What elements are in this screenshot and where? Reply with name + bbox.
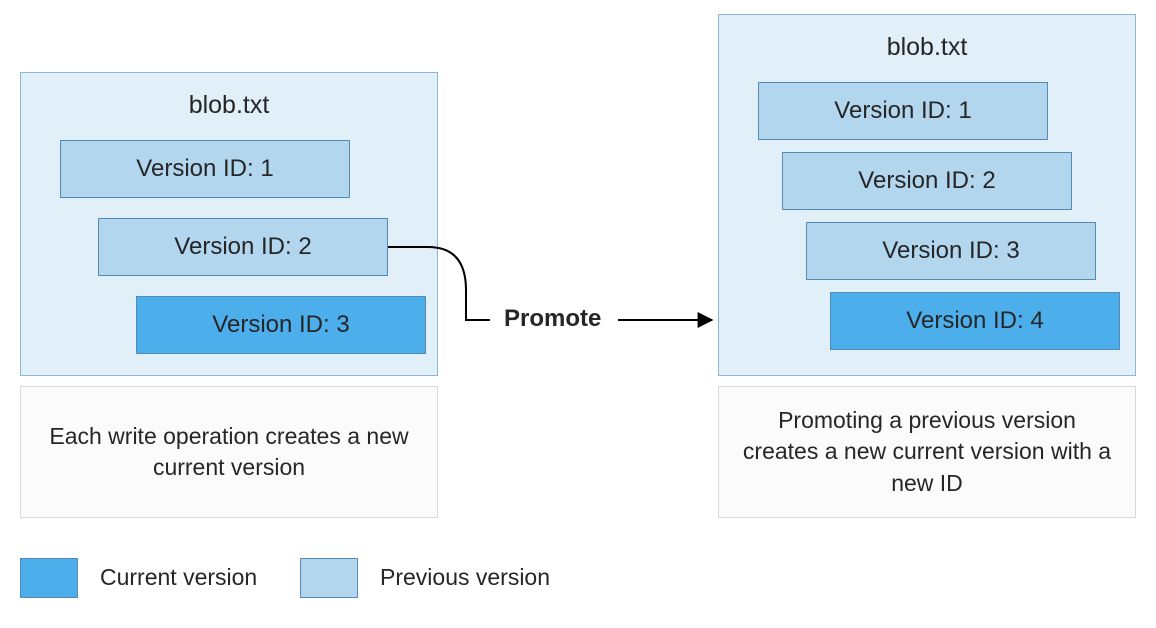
left-version-2: Version ID: 2 [98, 218, 388, 276]
caption-text: Promoting a previous version creates a n… [739, 405, 1115, 498]
caption-text: Each write operation creates a new curre… [41, 421, 417, 483]
right-version-4-current: Version ID: 4 [830, 292, 1120, 350]
legend-swatch-previous [300, 558, 358, 598]
left-version-3-current: Version ID: 3 [136, 296, 426, 354]
left-version-1: Version ID: 1 [60, 140, 350, 198]
version-label: Version ID: 1 [834, 97, 971, 125]
left-panel-title: blob.txt [21, 91, 437, 120]
version-label: Version ID: 2 [858, 167, 995, 195]
right-caption: Promoting a previous version creates a n… [718, 386, 1136, 518]
version-label: Version ID: 4 [906, 307, 1043, 335]
left-caption: Each write operation creates a new curre… [20, 386, 438, 518]
right-version-2: Version ID: 2 [782, 152, 1072, 210]
legend-label-previous: Previous version [380, 564, 550, 591]
legend-label-current: Current version [100, 564, 257, 591]
version-label: Version ID: 3 [212, 311, 349, 339]
version-label: Version ID: 1 [136, 155, 273, 183]
right-panel-title: blob.txt [719, 33, 1135, 62]
version-label: Version ID: 2 [174, 233, 311, 261]
right-version-1: Version ID: 1 [758, 82, 1048, 140]
promote-label: Promote [504, 305, 601, 333]
version-label: Version ID: 3 [882, 237, 1019, 265]
right-version-3: Version ID: 3 [806, 222, 1096, 280]
legend-swatch-current [20, 558, 78, 598]
